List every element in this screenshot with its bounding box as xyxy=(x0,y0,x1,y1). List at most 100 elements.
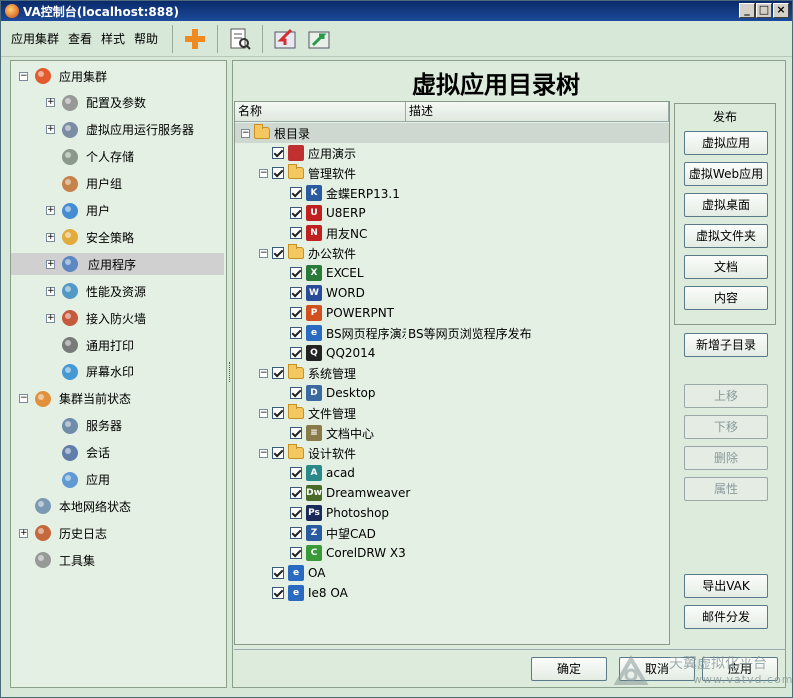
app-row[interactable]: C CorelDRW X3 xyxy=(235,543,669,563)
item-checkbox[interactable] xyxy=(272,587,284,599)
nav-item[interactable]: + 虚拟应用运行服务器 xyxy=(11,119,224,141)
item-checkbox[interactable] xyxy=(290,487,302,499)
app-row[interactable]: X EXCEL xyxy=(235,263,669,283)
item-checkbox[interactable] xyxy=(290,327,302,339)
collapse-icon[interactable]: − xyxy=(259,248,268,258)
item-checkbox[interactable] xyxy=(290,267,302,279)
item-checkbox[interactable] xyxy=(290,467,302,479)
collapse-icon[interactable]: − xyxy=(241,128,250,138)
app-row[interactable]: N 用友NC xyxy=(235,223,669,243)
nav-item[interactable]: 服务器 xyxy=(11,415,224,437)
folder-row[interactable]: − 文件管理 xyxy=(235,403,669,423)
collapse-icon[interactable]: − xyxy=(19,71,28,81)
nav-item[interactable]: + 性能及资源 xyxy=(11,280,224,302)
publish-virtual-app-button[interactable]: 虚拟应用 xyxy=(684,131,768,155)
app-row[interactable]: Z 中望CAD xyxy=(235,523,669,543)
menu-cluster[interactable]: 应用集群 xyxy=(11,30,59,47)
item-checkbox[interactable] xyxy=(290,507,302,519)
item-checkbox[interactable] xyxy=(272,167,284,179)
expand-icon[interactable]: + xyxy=(46,98,55,108)
menu-view[interactable]: 查看 xyxy=(68,30,92,47)
folder-row[interactable]: − 管理软件 xyxy=(235,163,669,183)
folder-row[interactable]: − 办公软件 xyxy=(235,243,669,263)
item-checkbox[interactable] xyxy=(290,207,302,219)
item-checkbox[interactable] xyxy=(290,527,302,539)
collapse-icon[interactable]: − xyxy=(19,394,28,404)
move-down-button[interactable]: 下移 xyxy=(684,415,768,439)
export-vak-button[interactable]: 导出VAK xyxy=(684,574,768,598)
item-checkbox[interactable] xyxy=(272,407,284,419)
expand-icon[interactable]: + xyxy=(46,206,55,215)
nav-item[interactable]: 工具集 xyxy=(11,549,224,571)
nav-item[interactable]: − 应用集群 xyxy=(11,65,224,87)
search-doc-icon[interactable] xyxy=(227,26,253,52)
item-checkbox[interactable] xyxy=(272,147,284,159)
mail-distribute-button[interactable]: 邮件分发 xyxy=(684,605,768,629)
item-checkbox[interactable] xyxy=(290,547,302,559)
publish-virtual-folder-button[interactable]: 虚拟文件夹 xyxy=(684,224,768,248)
nav-item[interactable]: + 应用程序 xyxy=(11,253,224,276)
item-checkbox[interactable] xyxy=(290,187,302,199)
publish-content-button[interactable]: 内容 xyxy=(684,286,768,310)
nav-item[interactable]: 会话 xyxy=(11,442,224,464)
app-row[interactable]: e OA xyxy=(235,563,669,583)
collapse-icon[interactable]: − xyxy=(259,368,268,378)
app-row[interactable]: P POWERPNT xyxy=(235,303,669,323)
maximize-icon[interactable]: □ xyxy=(756,3,772,18)
app-row[interactable]: Ps Photoshop xyxy=(235,503,669,523)
publish-virtual-web-button[interactable]: 虚拟Web应用 xyxy=(684,162,768,186)
collapse-icon[interactable]: − xyxy=(259,168,268,178)
nav-item[interactable]: + 安全策略 xyxy=(11,226,224,248)
add-icon[interactable] xyxy=(182,26,208,52)
item-checkbox[interactable] xyxy=(290,227,302,239)
app-row[interactable]: Dw Dreamweaver xyxy=(235,483,669,503)
menu-help[interactable]: 帮助 xyxy=(134,30,158,47)
nav-item[interactable]: + 接入防火墙 xyxy=(11,307,224,329)
item-checkbox[interactable] xyxy=(272,567,284,579)
expand-icon[interactable]: + xyxy=(19,528,28,538)
export-icon[interactable] xyxy=(306,26,332,52)
folder-row[interactable]: − 系统管理 xyxy=(235,363,669,383)
publish-document-button[interactable]: 文档 xyxy=(684,255,768,279)
properties-button[interactable]: 属性 xyxy=(684,477,768,501)
item-checkbox[interactable] xyxy=(290,307,302,319)
minimize-icon[interactable]: _ xyxy=(739,3,755,18)
app-row[interactable]: D Desktop xyxy=(235,383,669,403)
nav-item[interactable]: + 历史日志 xyxy=(11,522,224,544)
nav-item[interactable]: + 配置及参数 xyxy=(11,92,224,114)
expand-icon[interactable]: + xyxy=(46,125,55,135)
nav-item[interactable]: + 用户 xyxy=(11,200,224,222)
expand-icon[interactable]: + xyxy=(46,232,55,242)
nav-item[interactable]: 个人存储 xyxy=(11,146,224,168)
item-checkbox[interactable] xyxy=(272,447,284,459)
import-icon[interactable] xyxy=(272,26,298,52)
nav-item[interactable]: 屏幕水印 xyxy=(11,361,224,383)
column-name[interactable]: 名称 xyxy=(235,102,406,121)
delete-button[interactable]: 删除 xyxy=(684,446,768,470)
app-row[interactable]: e BS网页程序演示 BS等网页浏览程序发布 xyxy=(235,323,669,343)
collapse-icon[interactable]: − xyxy=(259,408,268,418)
app-row[interactable]: ≡ 文档中心 xyxy=(235,423,669,443)
app-row[interactable]: e Ie8 OA xyxy=(235,583,669,603)
expand-icon[interactable]: + xyxy=(46,286,55,296)
collapse-icon[interactable]: − xyxy=(259,448,268,458)
item-checkbox[interactable] xyxy=(290,387,302,399)
move-up-button[interactable]: 上移 xyxy=(684,384,768,408)
app-row[interactable]: K 金蝶ERP13.1 xyxy=(235,183,669,203)
app-row[interactable]: 应用演示 xyxy=(235,143,669,163)
expand-icon[interactable]: + xyxy=(46,313,55,323)
app-row[interactable]: W WORD xyxy=(235,283,669,303)
item-checkbox[interactable] xyxy=(290,427,302,439)
folder-row[interactable]: − 设计软件 xyxy=(235,443,669,463)
item-checkbox[interactable] xyxy=(272,247,284,259)
title-bar[interactable]: VA控制台(localhost:888) _ □ × xyxy=(1,1,792,21)
app-row[interactable]: U U8ERP xyxy=(235,203,669,223)
close-icon[interactable]: × xyxy=(773,3,789,18)
item-checkbox[interactable] xyxy=(290,287,302,299)
expand-icon[interactable]: + xyxy=(46,259,55,269)
add-subdir-button[interactable]: 新增子目录 xyxy=(684,333,768,357)
menu-style[interactable]: 样式 xyxy=(101,30,125,47)
ok-button[interactable]: 确定 xyxy=(531,657,607,681)
app-row[interactable]: Aacad xyxy=(235,463,669,483)
nav-item[interactable]: − 集群当前状态 xyxy=(11,388,224,410)
